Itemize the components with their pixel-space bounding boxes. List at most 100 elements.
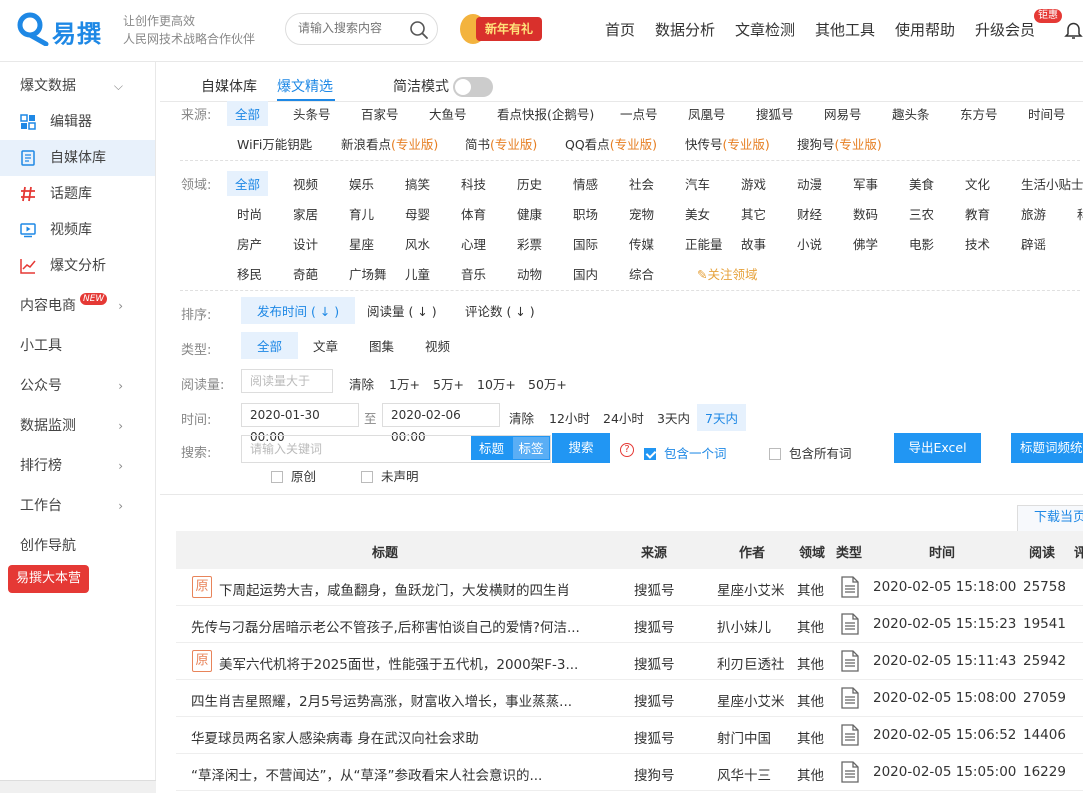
domain-chip[interactable]: 国际 [573, 234, 598, 253]
domain-chip[interactable]: 文化 [965, 174, 990, 193]
reads-option[interactable]: 1万+ [389, 374, 420, 393]
time-option[interactable]: 24小时 [603, 408, 644, 427]
source-chip[interactable]: 搜狗号(专业版) [797, 134, 882, 153]
global-search[interactable] [285, 13, 438, 45]
sort-reads-button[interactable]: 阅读量 ( ↓ ) [367, 301, 437, 320]
article-author[interactable]: 星座小艾米 [717, 690, 785, 710]
domain-chip[interactable]: 佛学 [853, 234, 878, 253]
undeclared-checkbox[interactable]: 未声明 [361, 466, 419, 485]
table-row[interactable]: 华夏球员两名家人感染病毒 身在武汉向社会求助 搜狐号 射门中国 其他 2020-02-0… [176, 717, 1083, 754]
source-chip[interactable]: 快传号(专业版) [685, 134, 770, 153]
sidebar-item-editor[interactable]: 编辑器 [0, 104, 155, 140]
table-row[interactable]: 原下周起运势大吉，咸鱼翻身，鱼跃龙门，大发横财的四生肖 搜狐号 星座小艾米 其他 202… [176, 569, 1083, 606]
domain-chip[interactable]: 星座 [349, 234, 374, 253]
domain-chip[interactable]: 音乐 [461, 264, 486, 283]
article-author[interactable]: 扒小妹儿 [717, 616, 771, 636]
reads-option[interactable]: 10万+ [477, 374, 516, 393]
sidebar-item-tools[interactable]: 小工具 [0, 328, 155, 364]
nav-help[interactable]: 使用帮助 [895, 19, 955, 40]
article-title[interactable]: 华夏球员两名家人感染病毒 身在武汉向社会求助 [191, 727, 601, 747]
time-from-input[interactable]: 2020-01-30 00:00 [241, 403, 359, 444]
type-gallery-button[interactable]: 图集 [369, 336, 394, 355]
time-to-input[interactable]: 2020-02-06 00:00 [382, 403, 500, 444]
domain-chip[interactable]: 财经 [797, 204, 822, 223]
bell-icon[interactable] [1064, 20, 1083, 40]
col-domain[interactable]: 领域 [799, 542, 825, 561]
sidebar-item-analysis[interactable]: 爆文分析 [0, 248, 155, 284]
col-title[interactable]: 标题 [372, 542, 398, 561]
domain-chip[interactable]: 搞笑 [405, 174, 430, 193]
table-row[interactable]: 先传与刁磊分居暗示老公不管孩子,后称害怕谈自己的爱情?何洁... 搜狐号 扒小妹儿 其… [176, 606, 1083, 643]
domain-chip[interactable]: 房产 [237, 234, 262, 253]
col-author[interactable]: 作者 [739, 542, 765, 561]
domain-chip[interactable]: 社会 [629, 174, 654, 193]
sidebar-item-ecommerce[interactable]: 内容电商 NEW › [0, 288, 155, 324]
domain-chip[interactable]: 电影 [909, 234, 934, 253]
domain-chip[interactable]: 儿童 [405, 264, 430, 283]
source-chip[interactable]: 头条号 [293, 104, 331, 123]
domain-chip[interactable]: 动物 [517, 264, 542, 283]
source-chip[interactable]: 新浪看点(专业版) [341, 134, 438, 153]
simple-mode-toggle[interactable] [453, 77, 493, 97]
source-chip[interactable]: 趣头条 [892, 104, 930, 123]
search-icon[interactable] [409, 20, 429, 40]
col-type[interactable]: 类型 [836, 542, 862, 561]
sidebar-item-hot-data[interactable]: 爆文数据 ⌵ [0, 68, 155, 104]
title-frequency-button[interactable]: 标题词频统计 [1011, 433, 1083, 463]
sidebar-scrollbar[interactable] [0, 780, 156, 793]
type-all-button[interactable]: 全部 [241, 332, 299, 359]
reads-clear-button[interactable]: 清除 [349, 374, 374, 393]
domain-chip[interactable]: 时尚 [237, 204, 262, 223]
domain-chip[interactable]: 家居 [293, 204, 318, 223]
domain-chip[interactable]: 设计 [293, 234, 318, 253]
domain-chip[interactable]: 广场舞 [349, 264, 387, 283]
source-chip[interactable]: 看点快报(企鹅号) [497, 104, 594, 123]
nav-upgrade-vip[interactable]: 升级会员 [975, 19, 1035, 40]
sidebar-item-media-library[interactable]: 自媒体库 [0, 140, 155, 176]
domain-chip[interactable]: 数码 [853, 204, 878, 223]
nav-article-check[interactable]: 文章检测 [735, 19, 795, 40]
time-option[interactable]: 12小时 [549, 408, 590, 427]
domain-chip[interactable]: 移民 [237, 264, 262, 283]
source-chip[interactable]: 搜狐号 [756, 104, 794, 123]
article-author[interactable]: 风华十三 [717, 764, 771, 784]
domain-chip[interactable]: 正能量 [685, 234, 723, 253]
article-title[interactable]: “草泽闲士，不营闻达”，从“草泽”参政看宋人社会意识的... [191, 764, 601, 784]
article-title[interactable]: 下周起运势大吉，咸鱼翻身，鱼跃龙门，大发横财的四生肖 [219, 579, 599, 599]
sidebar-item-monitoring[interactable]: 数据监测 › [0, 408, 155, 444]
source-chip[interactable]: 凤凰号 [688, 104, 726, 123]
domain-chip[interactable]: 美食 [909, 174, 934, 193]
domain-chip[interactable]: 宠物 [629, 204, 654, 223]
source-chip[interactable]: 一点号 [620, 104, 658, 123]
table-row[interactable]: “草泽闲士，不营闻达”，从“草泽”参政看宋人社会意识的... 搜狗号 风华十三 其他 2… [176, 754, 1083, 791]
domain-chip[interactable]: 汽车 [685, 174, 710, 193]
reads-option[interactable]: 50万+ [528, 374, 567, 393]
time-option-active[interactable]: 7天内 [697, 404, 746, 431]
brand-name[interactable]: 易撰 [52, 14, 102, 49]
domain-chip[interactable]: 故事 [741, 234, 766, 253]
domain-chip[interactable]: 教育 [965, 204, 990, 223]
export-excel-button[interactable]: 导出Excel [894, 433, 981, 463]
article-author[interactable]: 星座小艾米 [717, 579, 785, 599]
source-chip[interactable]: 百家号 [361, 104, 399, 123]
source-chip[interactable]: QQ看点(专业版) [565, 134, 657, 153]
search-mode-tag[interactable]: 标签 [512, 436, 550, 460]
tab-hot-picks[interactable]: 爆文精选 [277, 76, 333, 96]
article-title[interactable]: 先传与刁磊分居暗示老公不管孩子,后称害怕谈自己的爱情?何洁... [191, 616, 601, 636]
table-row[interactable]: 原美军六代机将于2025面世，性能强于五代机，2000架F-3... 搜狐号 利刃巨… [176, 643, 1083, 680]
domain-chip[interactable]: 历史 [517, 174, 542, 193]
time-option[interactable]: 3天内 [657, 408, 690, 427]
domain-chip[interactable]: 三农 [909, 204, 934, 223]
domain-chip[interactable]: 旅游 [1021, 204, 1046, 223]
domain-chip[interactable]: 综合 [629, 264, 654, 283]
sidebar-item-videos[interactable]: 视频库 [0, 212, 155, 248]
article-author[interactable]: 射门中国 [717, 727, 771, 747]
nav-other-tools[interactable]: 其他工具 [815, 19, 875, 40]
domain-chip[interactable]: 美女 [685, 204, 710, 223]
sidebar-item-rankings[interactable]: 排行榜 › [0, 448, 155, 484]
source-chip[interactable]: 简书(专业版) [465, 134, 537, 153]
domain-chip[interactable]: 风水 [405, 234, 430, 253]
download-page-tab[interactable]: 下载当页 [1017, 505, 1083, 531]
sidebar-item-official-account[interactable]: 公众号 › [0, 368, 155, 404]
col-source[interactable]: 来源 [641, 542, 667, 561]
